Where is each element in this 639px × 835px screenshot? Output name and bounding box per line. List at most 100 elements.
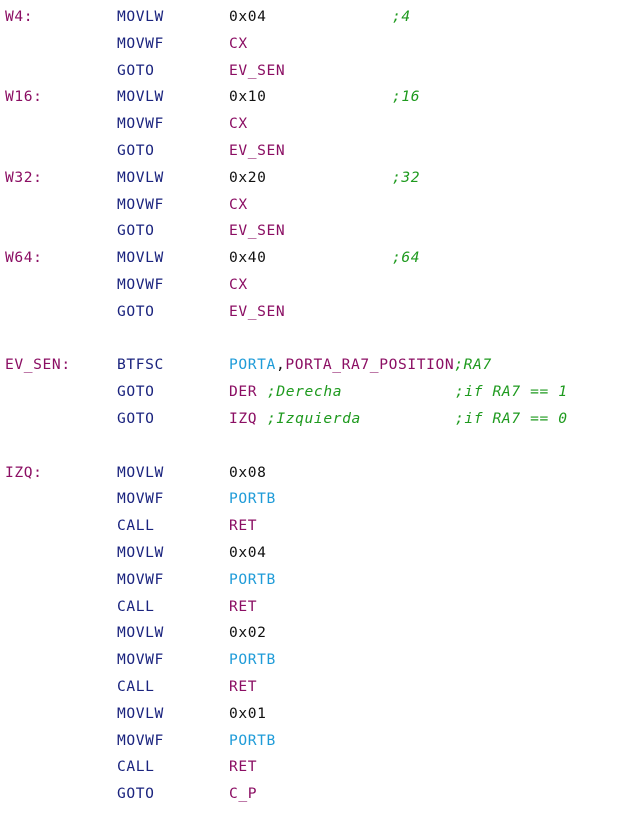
code-instruction: MOVWF (117, 570, 164, 588)
code-operand: EV_SEN (229, 302, 286, 320)
code-line: MOVWF CX (0, 192, 639, 219)
code-operand: CX (229, 34, 248, 52)
code-instruction: MOVWF (117, 490, 164, 508)
code-operand: 0x40 (229, 249, 267, 267)
code-operand: EV_SEN (229, 141, 286, 159)
code-listing: W4: MOVLW 0x04 ;4 MOVWF CX GOTO EV_SEN W16: MOVLW… (0, 4, 639, 808)
code-line: GOTO EV_SEN (0, 299, 639, 326)
code-line: GOTO C_P (0, 781, 639, 808)
code-comment-condition: ;if RA7 == 0 (455, 409, 568, 427)
code-instruction: CALL (117, 677, 155, 695)
code-operand: PORTB (229, 490, 276, 508)
code-operand: PORTB (229, 570, 276, 588)
code-instruction: GOTO (117, 383, 155, 401)
code-instruction: BTFSC (117, 356, 164, 374)
code-line: GOTO EV_SEN (0, 138, 639, 165)
code-line: MOVWF CX (0, 31, 639, 58)
code-instruction: MOVWF (117, 195, 164, 213)
code-instruction: MOVLW (117, 624, 164, 642)
code-instruction: MOVLW (117, 88, 164, 106)
code-operand: PORTB (229, 651, 276, 669)
operand-bit: PORTA_RA7_POSITION (285, 356, 455, 374)
code-operand: PORTA,PORTA_RA7_POSITION;RA7 (229, 352, 492, 379)
code-instruction: MOVLW (117, 249, 164, 267)
code-operand: CX (229, 115, 248, 133)
code-instruction: MOVLW (117, 8, 164, 25)
code-operand: EV_SEN (229, 61, 286, 79)
code-instruction: MOVWF (117, 275, 164, 293)
code-line: EV_SEN: BTFSC PORTA,PORTA_RA7_POSITION;RA7 (0, 352, 639, 379)
code-line: GOTO EV_SEN (0, 58, 639, 85)
code-line: MOVWF CX (0, 111, 639, 138)
operand-separator: , (275, 356, 286, 374)
code-comment: ;32 (392, 168, 421, 186)
code-line: MOVWF CX (0, 272, 639, 299)
code-instruction: CALL (117, 758, 155, 776)
code-comment: ;64 (392, 249, 421, 267)
code-line: GOTO IZQ ;Izquierda ;if RA7 == 0 (0, 406, 639, 433)
code-label: W32: (5, 168, 43, 186)
code-instruction: GOTO (117, 141, 155, 159)
code-instruction: MOVLW (117, 168, 164, 186)
code-operand: 0x20 (229, 168, 267, 186)
code-comment: ;4 (392, 8, 411, 25)
code-comment: ;Derecha (267, 383, 343, 401)
code-line: MOVWF PORTB (0, 647, 639, 674)
code-line: W16: MOVLW 0x10 ;16 (0, 84, 639, 111)
code-instruction: MOVLW (117, 704, 164, 722)
code-instruction: GOTO (117, 61, 155, 79)
code-line: MOVLW 0x01 (0, 701, 639, 728)
code-operand: 0x08 (229, 463, 267, 481)
code-label: W16: (5, 88, 43, 106)
code-operand: RET (229, 677, 258, 695)
code-comment: ;RA7 (454, 356, 492, 374)
code-instruction: CALL (117, 597, 155, 615)
code-line: CALL RET (0, 513, 639, 540)
code-operand: CX (229, 195, 248, 213)
code-operand: C_P (229, 785, 258, 803)
code-operand: CX (229, 275, 248, 293)
code-instruction: MOVLW (117, 543, 164, 561)
code-instruction: GOTO (117, 222, 155, 240)
code-instruction: GOTO (117, 409, 155, 427)
code-line: GOTO EV_SEN (0, 218, 639, 245)
code-comment-condition: ;if RA7 == 1 (455, 383, 568, 401)
code-instruction: MOVWF (117, 34, 164, 52)
code-label: W64: (5, 249, 43, 267)
code-instruction: MOVLW (117, 463, 164, 481)
code-operand: 0x02 (229, 624, 267, 642)
code-line: CALL RET (0, 674, 639, 701)
code-operand: 0x01 (229, 704, 267, 722)
code-operand: 0x04 (229, 8, 267, 25)
code-comment: ;Izquierda (267, 409, 361, 427)
code-comment: ;16 (392, 88, 421, 106)
code-operand: 0x04 (229, 543, 267, 561)
code-operand: 0x10 (229, 88, 267, 106)
code-instruction: GOTO (117, 785, 155, 803)
code-operand: RET (229, 597, 258, 615)
code-operand: RET (229, 758, 258, 776)
code-line: W64: MOVLW 0x40 ;64 (0, 245, 639, 272)
code-instruction: GOTO (117, 302, 155, 320)
code-line: IZQ: MOVLW 0x08 (0, 460, 639, 487)
code-line: MOVWF PORTB (0, 486, 639, 513)
code-label: IZQ: (5, 463, 43, 481)
code-line: MOVLW 0x04 (0, 540, 639, 567)
code-operand: PORTB (229, 731, 276, 749)
code-line: MOVWF PORTB (0, 567, 639, 594)
code-line: W32: MOVLW 0x20 ;32 (0, 165, 639, 192)
code-line: MOVLW 0x02 (0, 620, 639, 647)
code-line: MOVWF PORTB (0, 728, 639, 755)
code-operand: RET (229, 517, 258, 535)
code-operand: DER (229, 383, 258, 401)
code-line: CALL RET (0, 594, 639, 621)
code-line: W4: MOVLW 0x04 ;4 (0, 4, 639, 31)
code-instruction: CALL (117, 517, 155, 535)
code-operand: IZQ (229, 409, 258, 427)
code-label: W4: (5, 8, 34, 25)
code-line: CALL RET (0, 754, 639, 781)
operand-port: PORTA (229, 356, 276, 374)
code-label: EV_SEN: (5, 356, 71, 374)
